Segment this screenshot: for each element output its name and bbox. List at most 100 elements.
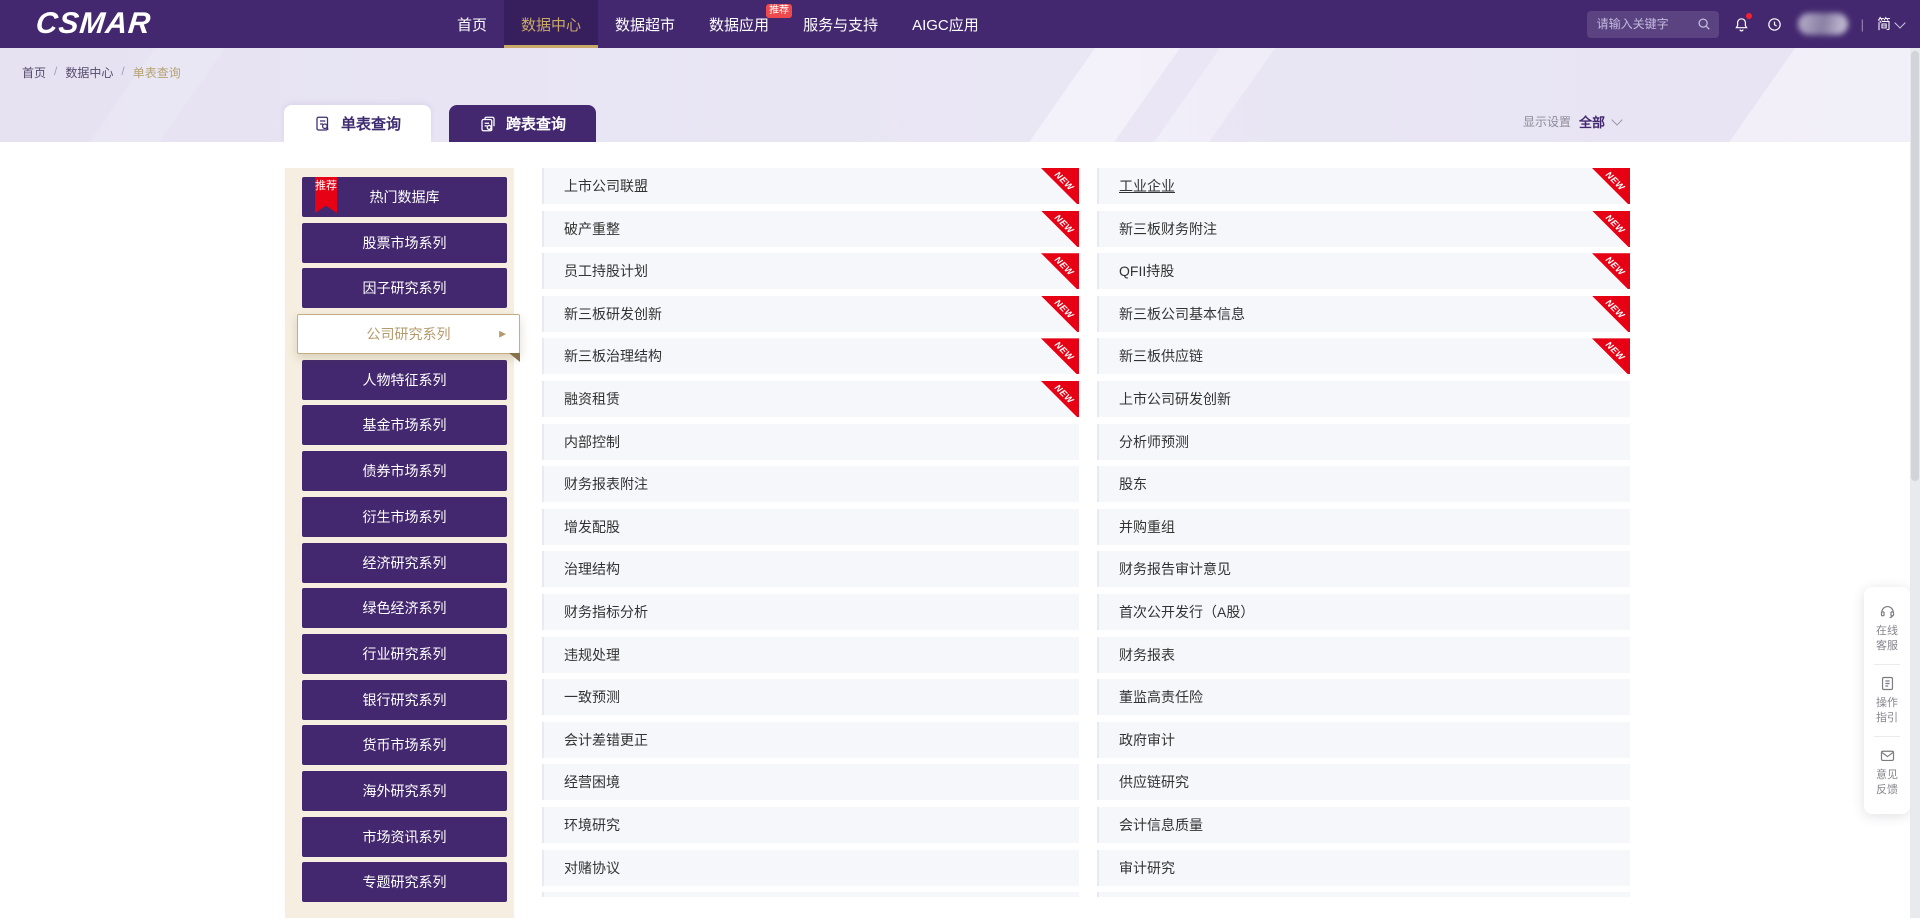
database-list-item[interactable]: 会计信息质量	[1097, 807, 1630, 843]
history-icon[interactable]	[1765, 14, 1785, 34]
database-list-item[interactable]: 内部控制	[542, 424, 1079, 460]
sidebar-category-item[interactable]: 人物特征系列	[302, 360, 507, 400]
database-name: 会计信息质量	[1119, 815, 1203, 835]
database-list-item[interactable]: 新三板研发创新 NEW	[542, 296, 1079, 332]
database-list-item[interactable]: 一致预测	[542, 679, 1079, 715]
sidebar-category-item[interactable]: 衍生市场系列	[302, 497, 507, 537]
database-list-item[interactable]: 审计研究	[1097, 850, 1630, 886]
database-list-item[interactable]: 经营困境	[542, 764, 1079, 800]
nav-item-aigc[interactable]: AIGC应用	[895, 0, 996, 48]
keyword-search[interactable]	[1587, 11, 1719, 38]
operation-guide-button[interactable]: 操作指引	[1874, 669, 1900, 732]
database-list-item[interactable]: 新三板公司基本信息 NEW	[1097, 296, 1630, 332]
sidebar-category-item[interactable]: 市场资讯系列	[302, 817, 507, 857]
database-list-item[interactable]: 员工持股计划 NEW	[542, 253, 1079, 289]
guide-document-icon	[1879, 675, 1896, 692]
sidebar-category-item[interactable]: 基金市场系列	[302, 405, 507, 445]
database-name: 新三板治理结构	[564, 346, 662, 366]
database-list-item[interactable]: 对赌协议	[542, 850, 1079, 886]
breadcrumb-data-center[interactable]: 数据中心	[65, 64, 113, 81]
search-input[interactable]	[1595, 16, 1697, 32]
database-list-item[interactable]: 并购重组	[1097, 509, 1630, 545]
nav-item-data-market[interactable]: 数据超市	[598, 0, 692, 48]
sidebar-category-item[interactable]: 银行研究系列	[302, 680, 507, 720]
database-list-item[interactable]: QFII持股 NEW	[1097, 253, 1630, 289]
sidebar-category-item[interactable]: 货币市场系列	[302, 725, 507, 765]
display-settings-label: 显示设置	[1523, 113, 1571, 130]
online-service-button[interactable]: 在线客服	[1874, 597, 1900, 660]
breadcrumb-separator: /	[54, 64, 57, 81]
display-settings-value: 全部	[1579, 112, 1605, 131]
database-list-item[interactable]: 增发配股	[542, 509, 1079, 545]
database-list-item[interactable]: 会计差错更正	[542, 722, 1079, 758]
database-list-item[interactable]: 董监高责任险	[1097, 679, 1630, 715]
database-list-item[interactable]: 违规处理	[542, 637, 1079, 673]
feedback-button[interactable]: 意见反馈	[1874, 741, 1900, 804]
database-list-item[interactable]: 上市公司研发创新	[1097, 381, 1630, 417]
breadcrumb-current: 单表查询	[133, 64, 181, 81]
display-settings-dropdown[interactable]: 显示设置 全部	[1523, 112, 1621, 131]
database-list-item[interactable]: 上市公司联盟 NEW	[542, 168, 1079, 204]
sidebar-category-item[interactable]: 专题研究系列	[302, 862, 507, 902]
database-list-item[interactable]: 财务报表	[1097, 637, 1630, 673]
new-badge: NEW	[1041, 211, 1079, 247]
database-list-item[interactable]: 治理结构	[542, 551, 1079, 587]
database-list-item[interactable]: 财务报表附注	[542, 466, 1079, 502]
database-list-item[interactable]: 财务报告审计意见	[1097, 551, 1630, 587]
database-list-item[interactable]: 融资租赁 NEW	[542, 381, 1079, 417]
new-badge: NEW	[1041, 168, 1079, 204]
new-badge: NEW	[1041, 338, 1079, 374]
breadcrumb-separator: /	[121, 64, 124, 81]
database-list-item[interactable]: 新三板供应链 NEW	[1097, 338, 1630, 374]
database-list-item[interactable]: 新三板财务附注 NEW	[1097, 211, 1630, 247]
nav-item-data-center[interactable]: 数据中心	[504, 0, 598, 48]
sidebar-category-item[interactable]: 公司研究系列 ▶	[297, 314, 520, 354]
csmar-logo[interactable]: CSMAR	[34, 7, 153, 41]
tab-cross-table-query[interactable]: 跨表查询	[449, 105, 596, 142]
notification-dot	[1746, 13, 1752, 19]
user-avatar[interactable]	[1798, 13, 1848, 35]
database-list-item[interactable]: 分析师预测	[1097, 424, 1630, 460]
notification-bell-icon[interactable]	[1732, 14, 1752, 34]
database-list-item[interactable]: 破产重整 NEW	[542, 211, 1079, 247]
sidebar-category-label: 衍生市场系列	[363, 507, 447, 527]
database-name: 经营困境	[564, 772, 620, 792]
database-name: QFII持股	[1119, 261, 1174, 281]
search-icon[interactable]	[1697, 17, 1711, 31]
sidebar-category-label: 专题研究系列	[363, 872, 447, 892]
database-list-item[interactable]: 股东	[1097, 466, 1630, 502]
sidebar-category-item[interactable]: 股票市场系列	[302, 223, 507, 263]
divider: |	[1861, 17, 1864, 32]
tab-single-table-query[interactable]: 单表查询	[284, 105, 431, 142]
scrollbar-track[interactable]	[1910, 48, 1920, 918]
operation-guide-label: 操作指引	[1874, 696, 1900, 726]
breadcrumb-home[interactable]: 首页	[22, 64, 46, 81]
sidebar-category-item[interactable]: 绿色经济系列	[302, 588, 507, 628]
database-list-item[interactable]: 供应链研究	[1097, 764, 1630, 800]
new-badge: NEW	[1592, 338, 1630, 374]
database-list-item[interactable]: 工业企业 NEW	[1097, 168, 1630, 204]
sidebar-category-label: 热门数据库	[370, 187, 440, 207]
sidebar-category-item[interactable]: 因子研究系列	[302, 268, 507, 308]
nav-item-home[interactable]: 首页	[440, 0, 504, 48]
database-list-right: 工业企业 NEW 新三板财务附注 NEW QFII持股 NEW 新三板公司基本信…	[1097, 168, 1630, 897]
database-list-item[interactable]: 环境研究	[542, 807, 1079, 843]
sidebar-category-item[interactable]: 经济研究系列	[302, 543, 507, 583]
sidebar-category-item[interactable]: 海外研究系列	[302, 771, 507, 811]
database-list-item[interactable]: 首次公开发行（A股）	[1097, 594, 1630, 630]
language-selector[interactable]: 简	[1877, 14, 1904, 34]
navbar-right-controls: | 简	[1587, 0, 1904, 48]
database-list-item[interactable]: 新三板治理结构 NEW	[542, 338, 1079, 374]
database-list-item[interactable]: 政府审计	[1097, 722, 1630, 758]
sidebar-category-item[interactable]: 债券市场系列	[302, 451, 507, 491]
database-name: 首次公开发行（A股）	[1119, 602, 1254, 622]
sidebar-category-item[interactable]: 推荐 热门数据库	[302, 177, 507, 217]
sidebar-category-label: 因子研究系列	[363, 278, 447, 298]
database-list-item[interactable]: 财务指标分析	[542, 594, 1079, 630]
nav-item-data-apps[interactable]: 数据应用 推荐	[692, 0, 786, 48]
cross-table-query-icon	[479, 115, 497, 133]
scrollbar-thumb[interactable]	[1911, 51, 1919, 481]
sidebar-category-item[interactable]: 行业研究系列	[302, 634, 507, 674]
nav-item-support[interactable]: 服务与支持	[786, 0, 895, 48]
database-name: 上市公司联盟	[564, 176, 648, 196]
